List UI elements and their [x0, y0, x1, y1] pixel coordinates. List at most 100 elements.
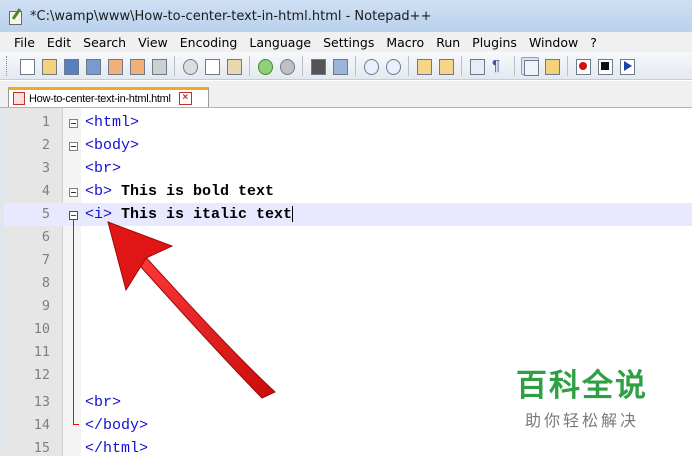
- menu-search[interactable]: Search: [77, 35, 132, 50]
- menu-language[interactable]: Language: [243, 35, 317, 50]
- code-line[interactable]: 15 </html>: [0, 437, 692, 460]
- line-number: 8: [41, 275, 50, 291]
- tab-bar: How-to-center-text-in-html.html ×: [0, 81, 692, 108]
- paste-icon[interactable]: [225, 57, 243, 75]
- tab-close-icon[interactable]: ×: [178, 92, 192, 105]
- menu-file[interactable]: File: [0, 35, 41, 50]
- redo-icon[interactable]: [278, 57, 296, 75]
- line-number: 3: [41, 160, 50, 176]
- line-number: 14: [33, 417, 50, 433]
- menu-edit[interactable]: Edit: [41, 35, 77, 50]
- menu-settings[interactable]: Settings: [317, 35, 380, 50]
- menu-run[interactable]: Run: [430, 35, 466, 50]
- record-macro-icon[interactable]: [574, 57, 592, 75]
- save-all-icon[interactable]: [84, 57, 102, 75]
- i-open-tag: <i>: [85, 206, 113, 223]
- line-number: 7: [41, 252, 50, 268]
- toolbar-separator: [249, 55, 250, 76]
- copy-icon[interactable]: [203, 57, 221, 75]
- fold-guide-end: [73, 424, 79, 425]
- menu-plugins[interactable]: Plugins: [466, 35, 523, 50]
- menu-view[interactable]: View: [132, 35, 174, 50]
- new-file-icon[interactable]: [18, 57, 36, 75]
- code-line[interactable]: 4 <b> This is bold text: [0, 180, 692, 203]
- zoom-out-icon[interactable]: [384, 57, 402, 75]
- bold-text: This is bold text: [112, 183, 275, 200]
- code-line[interactable]: 2 <body>: [0, 134, 692, 157]
- close-icon[interactable]: [106, 57, 124, 75]
- cut-icon[interactable]: [181, 57, 199, 75]
- body-close-tag: </body>: [85, 417, 149, 434]
- body-open-tag: <body>: [85, 137, 140, 154]
- user-lang-icon[interactable]: [543, 57, 561, 75]
- sync-horizontal-icon[interactable]: [437, 57, 455, 75]
- fold-minus-icon[interactable]: [69, 119, 78, 128]
- line-number: 6: [41, 229, 50, 245]
- play-macro-icon[interactable]: [618, 57, 636, 75]
- toolbar-separator: [567, 55, 568, 76]
- line-number: 10: [33, 321, 50, 337]
- sync-vertical-icon[interactable]: [415, 57, 433, 75]
- notepad-plus-plus-icon: [8, 8, 24, 25]
- line-number: 2: [41, 137, 50, 153]
- title-bar: *C:\wamp\www\How-to-center-text-in-html.…: [0, 0, 692, 33]
- code-line[interactable]: 9: [0, 295, 692, 318]
- watermark-title: 百科全说: [516, 368, 648, 404]
- line-number: 1: [41, 114, 50, 130]
- html-open-tag: <html>: [85, 114, 140, 131]
- line-number: 9: [41, 298, 50, 314]
- fold-guide-line: [73, 220, 74, 424]
- toolbar-separator: [408, 55, 409, 76]
- italic-text: This is italic text: [112, 206, 293, 223]
- toolbar-separator: [302, 55, 303, 76]
- save-icon[interactable]: [62, 57, 80, 75]
- fold-minus-icon[interactable]: [69, 211, 78, 220]
- toolbar-separator: [514, 55, 515, 76]
- stop-record-icon[interactable]: [596, 57, 614, 75]
- fold-minus-icon[interactable]: [69, 142, 78, 151]
- menu-bar: File Edit Search View Encoding Language …: [0, 32, 692, 52]
- replace-icon[interactable]: [331, 57, 349, 75]
- toolbar-separator: [461, 55, 462, 76]
- toolbar-grip[interactable]: [6, 55, 10, 76]
- print-icon[interactable]: [150, 57, 168, 75]
- watermark: 百科全说 助你轻松解决: [516, 360, 648, 431]
- br-tag: <br>: [85, 394, 122, 411]
- find-icon[interactable]: [309, 57, 327, 75]
- line-number: 5: [41, 206, 50, 222]
- close-all-icon[interactable]: [128, 57, 146, 75]
- line-number: 15: [33, 440, 50, 456]
- watermark-subtitle: 助你轻松解决: [524, 411, 639, 430]
- line-number: 13: [33, 394, 50, 410]
- text-caret: [292, 206, 294, 223]
- undo-icon[interactable]: [256, 57, 274, 75]
- toolbar-separator: [355, 55, 356, 76]
- menu-macro[interactable]: Macro: [380, 35, 430, 50]
- line-number: 12: [33, 367, 50, 383]
- code-line[interactable]: 10: [0, 318, 692, 341]
- b-open-tag: <b>: [85, 183, 113, 200]
- file-tab[interactable]: How-to-center-text-in-html.html ×: [8, 87, 209, 107]
- tab-label: How-to-center-text-in-html.html: [29, 92, 171, 105]
- code-line[interactable]: 8: [0, 272, 692, 295]
- code-line[interactable]: 7: [0, 249, 692, 272]
- menu-help[interactable]: ?: [584, 35, 603, 50]
- menu-window[interactable]: Window: [523, 35, 584, 50]
- word-wrap-icon[interactable]: [468, 57, 486, 75]
- menu-encoding[interactable]: Encoding: [174, 35, 244, 50]
- show-all-chars-icon[interactable]: ¶: [490, 57, 508, 75]
- unsaved-file-icon: [13, 92, 25, 105]
- indent-guide-icon[interactable]: [521, 56, 539, 76]
- toolbar: ¶: [0, 52, 692, 80]
- code-line[interactable]: 3 <br>: [0, 157, 692, 180]
- br-tag: <br>: [85, 160, 122, 177]
- toolbar-separator: [174, 55, 175, 76]
- zoom-in-icon[interactable]: [362, 57, 380, 75]
- code-line[interactable]: 1 <html>: [0, 111, 692, 134]
- html-close-tag: </html>: [85, 440, 149, 457]
- current-code-line[interactable]: 5 <i> This is italic text: [0, 203, 692, 226]
- open-file-icon[interactable]: [40, 57, 58, 75]
- fold-minus-icon[interactable]: [69, 188, 78, 197]
- code-line[interactable]: 6: [0, 226, 692, 249]
- line-number: 4: [41, 183, 50, 199]
